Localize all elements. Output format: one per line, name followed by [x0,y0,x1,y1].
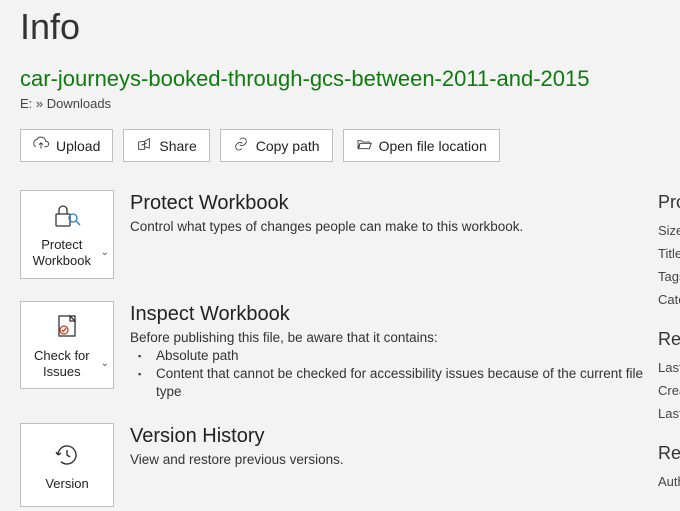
related-dates-heading: Rel [658,329,680,350]
action-bar: Upload Share Copy path Open file locatio… [20,129,660,162]
rel-last-label: Last [658,360,680,375]
check-btn-label: Check for Issues [25,348,99,381]
list-item: Content that cannot be checked for acces… [154,365,660,401]
open-location-label: Open file location [379,138,487,154]
version-btn-label: Version [45,476,88,492]
file-path: E: » Downloads [20,96,660,111]
rel-created-label: Crea [658,383,680,398]
page-title: Info [20,6,660,48]
prop-category-label: Cate [658,292,680,307]
copy-path-label: Copy path [256,138,320,154]
related-people-heading: Rel [658,443,680,464]
version-desc: View and restore previous versions. [130,452,660,467]
version-history-button[interactable]: Version [20,423,114,507]
prop-title-label: Title [658,246,680,261]
properties-panel: Pro Size Title Tags Cate Rel Last Crea L… [658,192,680,511]
protect-title: Protect Workbook [130,192,660,215]
folder-open-icon [356,136,372,155]
inspect-section: Check for Issues⌄ Inspect Workbook Befor… [20,301,660,402]
history-icon [54,440,80,470]
protect-workbook-button[interactable]: Protect Workbook⌄ [20,190,114,279]
copy-path-button[interactable]: Copy path [220,129,333,162]
protect-section: Protect Workbook⌄ Protect Workbook Contr… [20,190,660,279]
share-label: Share [159,138,196,154]
rel-last2-label: Last [658,406,680,421]
document-check-icon [53,312,81,342]
prop-size-label: Size [658,223,680,238]
version-section: Version Version History View and restore… [20,423,660,507]
author-label: Auth [658,474,680,489]
upload-icon [33,136,49,155]
link-icon [233,136,249,155]
chevron-down-icon: ⌄ [101,358,109,371]
share-icon [136,136,152,155]
upload-label: Upload [56,138,100,154]
lock-search-icon [51,201,83,231]
inspect-issue-list: Absolute path Content that cannot be che… [154,347,660,402]
inspect-title: Inspect Workbook [130,303,660,326]
prop-tags-label: Tags [658,269,680,284]
check-issues-button[interactable]: Check for Issues⌄ [20,301,114,390]
file-name: car-journeys-booked-through-gcs-between-… [20,66,660,92]
share-button[interactable]: Share [123,129,209,162]
version-title: Version History [130,425,660,448]
protect-desc: Control what types of changes people can… [130,219,660,234]
open-location-button[interactable]: Open file location [343,129,500,162]
inspect-desc: Before publishing this file, be aware th… [130,330,660,345]
protect-btn-label: Protect Workbook [25,237,99,270]
properties-heading: Pro [658,192,680,213]
upload-button[interactable]: Upload [20,129,113,162]
chevron-down-icon: ⌄ [101,247,109,260]
list-item: Absolute path [154,347,660,365]
